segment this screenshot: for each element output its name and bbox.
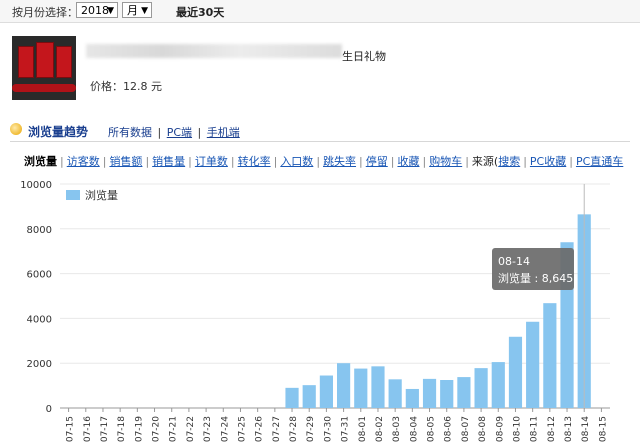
metric-tab-visitors[interactable]: 访客数	[67, 155, 100, 168]
y-tick-label: 0	[46, 404, 52, 415]
x-tick-label: 08-15	[598, 416, 608, 442]
metric-tabs: 浏览量 | 访客数 | 销售额 | 销售量 | 订单数 | 转化率 | 入口数 | 跳失率 | 停留 | 收藏 | 购物…	[24, 155, 624, 168]
tab-all-data[interactable]: 所有数据	[108, 126, 152, 139]
bar-08-10	[508, 336, 523, 408]
bar-07-28	[285, 387, 299, 408]
year-value: 2018	[81, 4, 109, 17]
product-price: 价格：12.8 元	[90, 80, 162, 93]
metric-tab-search[interactable]: 搜索	[498, 155, 520, 168]
x-tick-label: 08-12	[547, 416, 557, 442]
source-label: 来源(	[471, 155, 499, 168]
metric-tab-sales-amount[interactable]: 销售额	[109, 155, 142, 168]
x-tick-label: 08-10	[512, 416, 522, 442]
x-tick-label: 08-01	[358, 416, 368, 442]
metric-tab-cart[interactable]: 购物车	[429, 155, 462, 168]
x-tick-label: 08-14	[581, 416, 591, 442]
x-tick-label: 07-17	[100, 416, 110, 442]
metric-tab-pc-ads[interactable]: PC直通车	[576, 155, 623, 168]
product-name: 生日礼物	[342, 50, 386, 63]
x-tick-label: 07-20	[152, 416, 162, 442]
x-tick-label: 08-08	[478, 416, 488, 442]
bar-08-12	[543, 303, 557, 408]
section-title: 浏览量趋势	[28, 125, 89, 139]
product-name-redacted	[86, 44, 342, 58]
year-select[interactable]: 2018 ▼	[76, 2, 118, 18]
bar-07-30	[319, 375, 333, 408]
pageviews-bar-chart: 0 2000 4000 6000 8000 10000 07-15 07-16 07-17 07-…	[20, 180, 610, 442]
chevron-down-icon: ▼	[107, 6, 114, 16]
metric-tab-favorites[interactable]: 收藏	[397, 155, 419, 168]
x-tick-label: 07-26	[255, 416, 265, 442]
bar-07-29	[302, 385, 316, 408]
device-tabs: 所有数据 | PC端 | 手机端	[108, 126, 240, 139]
tab-pc[interactable]: PC端	[167, 126, 192, 139]
tab-mobile[interactable]: 手机端	[207, 126, 240, 139]
x-tick-label: 08-05	[427, 416, 437, 442]
y-tick-label: 4000	[27, 314, 52, 325]
y-tick-label: 8000	[27, 225, 52, 236]
tooltip-date: 08-14	[498, 255, 530, 268]
metric-tab-pc-favorites[interactable]: PC收藏	[530, 155, 566, 168]
x-tick-label: 07-16	[83, 416, 93, 442]
section-divider	[10, 141, 630, 142]
x-tick-label: 07-21	[169, 416, 179, 442]
metric-tab-sales-volume[interactable]: 销售量	[152, 155, 185, 168]
x-tick-label: 07-30	[323, 416, 333, 442]
bar-08-03	[388, 379, 402, 408]
x-tick-label: 08-09	[495, 416, 505, 442]
bar-08-11	[526, 321, 540, 408]
x-tick-label: 07-28	[289, 416, 299, 442]
x-tick-label: 08-11	[530, 416, 540, 442]
x-tick-label: 08-13	[564, 416, 574, 442]
x-tick-label: 07-29	[306, 416, 316, 442]
metric-tab-pageviews[interactable]: 浏览量	[24, 155, 57, 168]
x-tick-label: 08-03	[392, 416, 402, 442]
filter-toolbar: 按月份选择： 2018 ▼ 月 ▼ 最近30天	[0, 0, 640, 23]
month-select[interactable]: 月 ▼	[122, 2, 152, 18]
x-tick-label: 07-27	[272, 416, 282, 442]
x-tick-label: 07-24	[220, 416, 230, 442]
tooltip-value: 浏览量 : 8,645	[498, 271, 573, 285]
x-tick-label: 07-19	[134, 416, 144, 442]
legend-label: 浏览量	[85, 188, 118, 202]
metric-tab-stay[interactable]: 停留	[366, 155, 388, 168]
recent-30-days[interactable]: 最近30天	[176, 4, 224, 20]
month-value: 月	[127, 4, 138, 17]
bar-08-08	[474, 368, 488, 408]
x-tick-label: 07-22	[186, 416, 196, 442]
month-select-label: 按月份选择：	[12, 6, 78, 19]
y-tick-label: 2000	[27, 359, 52, 370]
bar-08-02	[371, 366, 385, 408]
metric-tab-conversion[interactable]: 转化率	[238, 155, 271, 168]
metric-tab-entries[interactable]: 入口数	[280, 155, 313, 168]
legend-swatch	[66, 190, 80, 200]
metric-tab-bounce[interactable]: 跳失率	[323, 155, 356, 168]
y-tick-label: 6000	[27, 270, 52, 281]
bar-08-09	[491, 362, 505, 408]
section-bullet-icon	[10, 123, 22, 135]
bar-08-05	[422, 378, 437, 408]
product-thumbnail	[12, 36, 76, 100]
x-tick-label: 07-18	[117, 416, 127, 442]
x-tick-label: 07-23	[203, 416, 213, 442]
bar-07-31	[337, 363, 351, 408]
chevron-down-icon: ▼	[141, 6, 148, 16]
x-tick-label: 08-07	[461, 416, 471, 442]
x-tick-label: 07-25	[237, 416, 247, 442]
x-tick-label: 07-31	[341, 416, 351, 442]
bar-08-06	[440, 380, 454, 408]
x-tick-label: 08-02	[375, 416, 385, 442]
bar-08-01	[354, 368, 368, 408]
bar-08-07	[457, 377, 471, 408]
x-tick-label: 07-15	[66, 416, 76, 442]
bar-08-04	[405, 388, 419, 408]
y-tick-label: 10000	[20, 180, 52, 191]
x-tick-label: 08-06	[444, 416, 454, 442]
metric-tab-orders[interactable]: 订单数	[195, 155, 228, 168]
x-tick-label: 08-04	[409, 416, 419, 442]
